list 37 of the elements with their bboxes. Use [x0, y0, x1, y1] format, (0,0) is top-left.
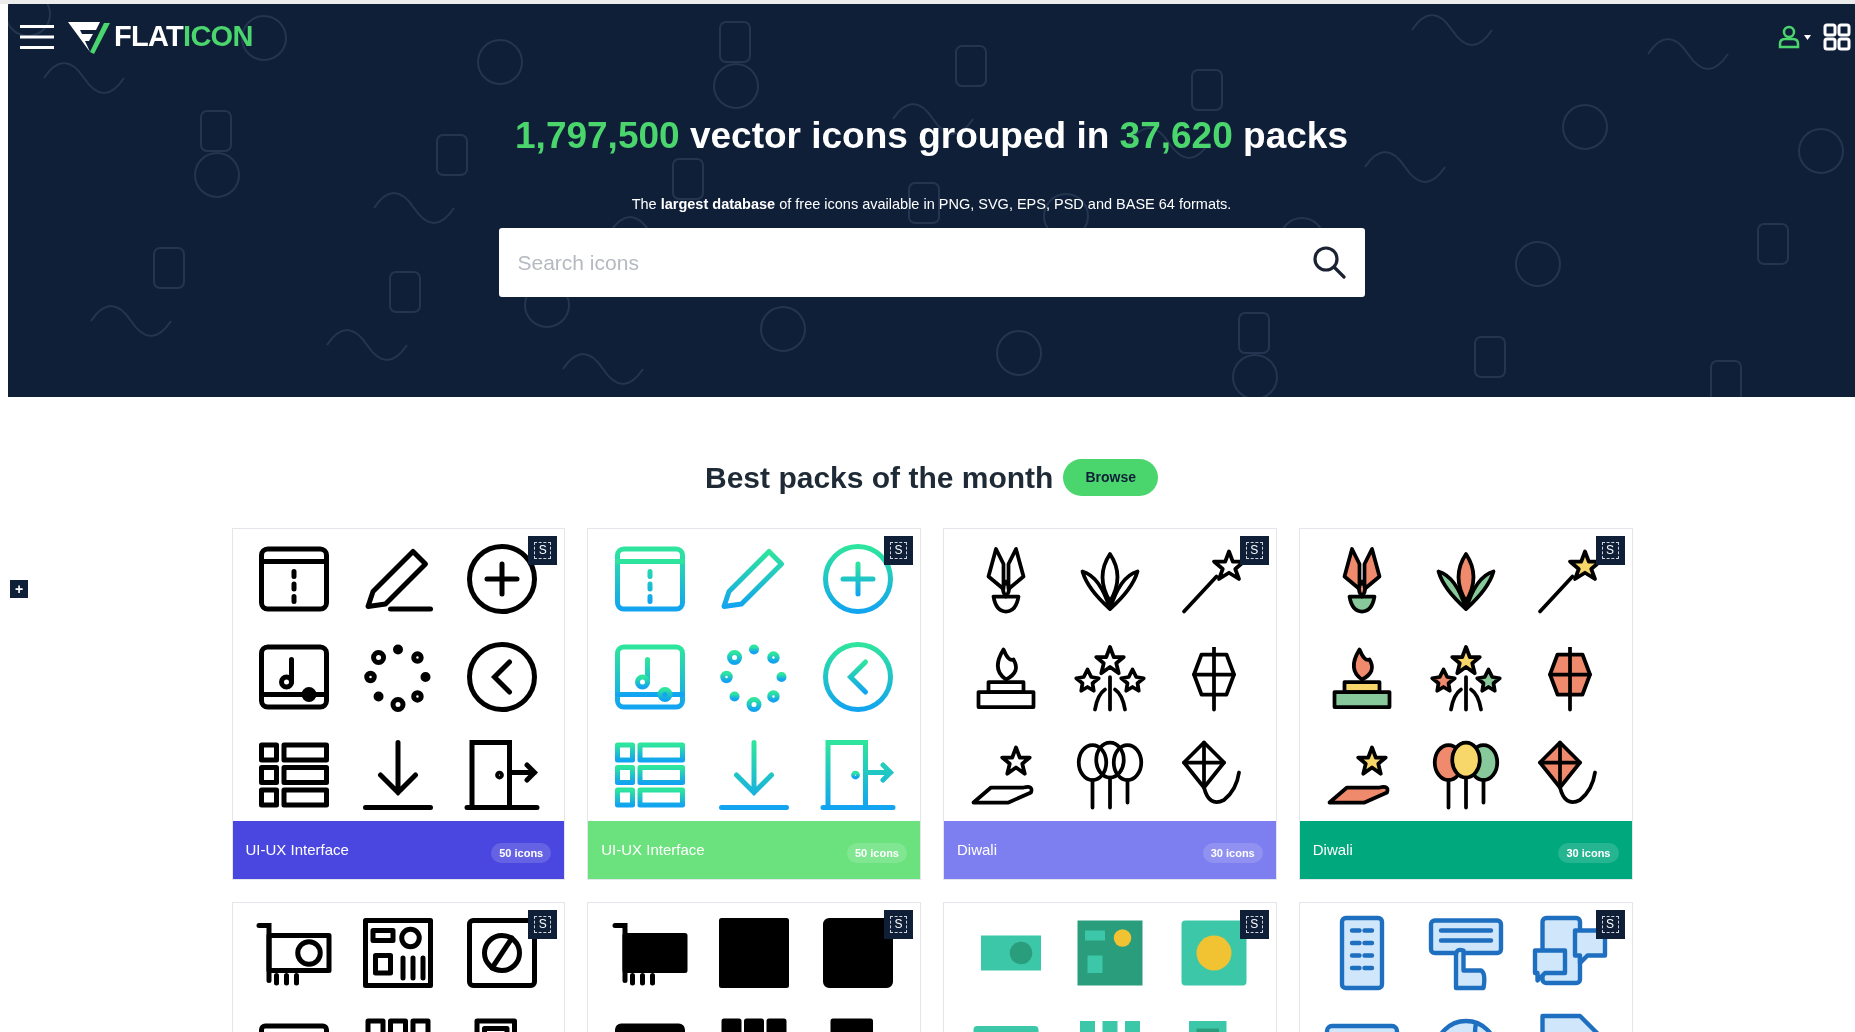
save-badge[interactable]: S	[884, 536, 913, 565]
save-badge[interactable]: S	[1239, 910, 1269, 939]
pack-card[interactable]: S	[231, 902, 566, 1032]
browse-button[interactable]: Browse	[1063, 459, 1158, 496]
site-logo[interactable]: FLATICON	[66, 15, 253, 59]
caret-icon[interactable]	[1804, 34, 1811, 40]
pack-card[interactable]: S	[943, 902, 1277, 1032]
search-icon[interactable]	[1311, 245, 1346, 280]
pack-card[interactable]: S	[587, 902, 921, 1032]
logo-mark-icon	[66, 19, 110, 55]
subtitle: The largest database of free icons available in PNG, SVG, EPS, PSD and BASE 64 formats.	[631, 194, 1232, 214]
save-badge[interactable]: S	[1595, 536, 1625, 565]
save-badge[interactable]: S	[884, 910, 913, 939]
pack-name: UI-UX Interface	[245, 839, 349, 860]
headline: 1,797,500 vector icons grouped in 37,620 packs	[515, 114, 1348, 158]
apps-grid-icon[interactable]	[1823, 23, 1851, 51]
save-badge[interactable]: S	[528, 910, 558, 939]
pack-card[interactable]: S UI-UX Interface 50 icons	[587, 528, 921, 880]
pack-name: Diwali	[1312, 839, 1353, 860]
section-title: Best packs of the month	[705, 460, 1054, 496]
save-badge[interactable]: S	[1239, 536, 1269, 565]
pack-name: UI-UX Interface	[601, 839, 705, 860]
pack-card[interactable]: S UI-UX Interface 50 icons	[231, 528, 566, 880]
pack-card[interactable]: S Diwali 30 icons	[1298, 528, 1633, 880]
user-icon[interactable]	[1777, 25, 1801, 49]
icon-count: 30 icons	[1202, 842, 1263, 864]
icon-count: 30 icons	[1558, 842, 1619, 864]
add-button[interactable]: +	[10, 580, 28, 598]
pack-card[interactable]: S	[1298, 902, 1633, 1032]
pack-name: Diwali	[957, 839, 997, 860]
save-badge[interactable]: S	[1595, 910, 1625, 939]
icon-count: 50 icons	[846, 842, 907, 864]
save-badge[interactable]: S	[528, 536, 558, 565]
pack-card[interactable]: S Diwali 30 icons	[943, 528, 1277, 880]
icon-count: 50 icons	[491, 842, 552, 864]
menu-icon[interactable]	[20, 25, 54, 49]
search-field[interactable]: Search icons	[498, 228, 1365, 298]
